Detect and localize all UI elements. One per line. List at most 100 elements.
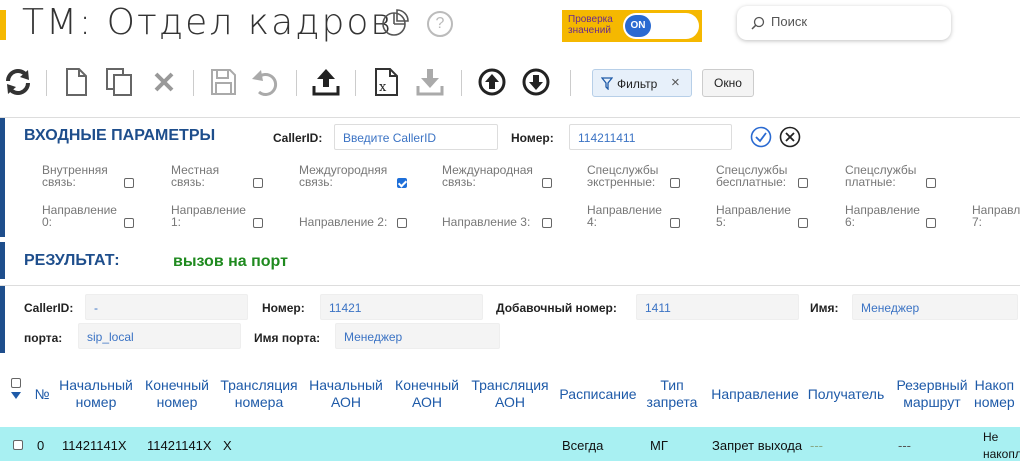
toolbar-divider: [355, 70, 356, 96]
new-document-icon[interactable]: [60, 66, 92, 98]
cell-end-number: 11421141X: [147, 438, 212, 453]
value-check-label: Проверка значений: [568, 14, 613, 36]
column-header[interactable]: Расписание: [555, 365, 641, 423]
number-label: Номер:: [511, 131, 554, 145]
column-header[interactable]: Трансляция АОН: [467, 365, 553, 423]
input-parameters-title: ВХОДНЫЕ ПАРАМЕТРЫ: [24, 127, 216, 144]
filter-button[interactable]: Фильтр ×: [592, 69, 692, 97]
cell-num: 0: [37, 438, 45, 453]
direction-option-label: Направление 4:: [587, 203, 662, 229]
direction-checkbox[interactable]: [253, 218, 263, 228]
direction-option-label: Направление 1:: [171, 203, 246, 229]
cell-direction: Запрет выхода: [712, 438, 803, 453]
call-type-option-label: Внутренняя связь:: [42, 163, 108, 189]
detail-port-value: sip_local: [78, 323, 241, 349]
move-up-icon[interactable]: [476, 66, 508, 98]
undo-icon[interactable]: [249, 66, 281, 98]
upload-icon[interactable]: [310, 66, 342, 98]
download-icon[interactable]: [414, 66, 446, 98]
direction-option-label: Направление 6:: [845, 203, 920, 229]
call-type-option-label: Спецслужбы платные:: [845, 163, 917, 189]
call-type-option-label: Местная связь:: [171, 163, 220, 189]
excel-export-icon[interactable]: x: [370, 66, 402, 98]
column-header[interactable]: Трансляция номера: [216, 365, 302, 423]
cell-schedule: Всегда: [562, 438, 604, 453]
detail-name-value: Менеджер: [852, 294, 1018, 320]
help-icon[interactable]: ?: [427, 11, 453, 37]
search-input[interactable]: [771, 14, 941, 29]
column-header[interactable]: Направление: [706, 365, 804, 423]
detail-callerid-value: -: [85, 294, 248, 320]
column-header[interactable]: Резервный маршрут: [892, 365, 972, 423]
call-type-option-label: Спецслужбы бесплатные:: [716, 163, 788, 189]
cell-start-number: 11421141X: [62, 438, 127, 453]
call-type-checkbox[interactable]: [253, 178, 263, 188]
delete-icon[interactable]: [148, 66, 180, 98]
section-accent: [0, 118, 5, 237]
table-row[interactable]: 0 11421141X 11421141X X Всегда МГ Запрет…: [0, 427, 1020, 461]
select-all-checkbox[interactable]: [11, 378, 21, 388]
direction-checkbox[interactable]: [124, 218, 134, 228]
column-header[interactable]: Конечный номер: [141, 365, 213, 423]
direction-checkbox[interactable]: [542, 218, 552, 228]
direction-checkbox[interactable]: [926, 218, 936, 228]
detail-port-name-label: Имя порта:: [254, 331, 321, 345]
cancel-icon[interactable]: [779, 126, 801, 148]
search-box[interactable]: [737, 6, 951, 40]
direction-option-label: Направление 2:: [299, 215, 388, 229]
cell-translation: X: [223, 438, 232, 453]
detail-port-label: порта:: [24, 331, 63, 345]
direction-option-label: Направление 0:: [42, 203, 117, 229]
call-type-checkbox[interactable]: [397, 178, 407, 188]
app-header: ТМ: Отдел кадров ? Проверка значений ON: [0, 0, 1020, 52]
direction-checkbox[interactable]: [397, 218, 407, 228]
toolbar-divider: [296, 70, 297, 96]
callerid-input[interactable]: Введите CallerID: [334, 124, 498, 150]
column-header[interactable]: Получатель: [804, 365, 888, 423]
pie-chart-icon[interactable]: [380, 8, 410, 38]
toggle-knob: ON: [625, 15, 651, 37]
row-checkbox[interactable]: [13, 440, 23, 450]
column-header[interactable]: Накоп номер: [974, 365, 1020, 423]
call-type-checkbox[interactable]: [798, 178, 808, 188]
direction-checkbox[interactable]: [798, 218, 808, 228]
call-type-option-label: Международная связь:: [442, 163, 533, 189]
column-header[interactable]: №: [30, 365, 54, 423]
column-header[interactable]: Конечный АОН: [390, 365, 464, 423]
call-type-checkbox[interactable]: [542, 178, 552, 188]
toolbar: x Фильтр × Окно: [0, 62, 1020, 104]
input-parameters-panel: ВХОДНЫЕ ПАРАМЕТРЫ CallerID: Введите Call…: [0, 117, 1020, 237]
window-button[interactable]: Окно: [702, 69, 754, 97]
result-title: РЕЗУЛЬТАТ:: [24, 252, 120, 269]
call-type-checkbox[interactable]: [926, 178, 936, 188]
column-header[interactable]: Тип запрета: [640, 365, 704, 423]
save-icon[interactable]: [207, 66, 239, 98]
direction-checkbox[interactable]: [670, 218, 680, 228]
filter-clear-icon[interactable]: ×: [671, 74, 680, 91]
toolbar-divider: [193, 70, 194, 96]
direction-option-label: Направление 5:: [716, 203, 791, 229]
detail-ext-label: Добавочный номер:: [496, 301, 617, 315]
column-header[interactable]: Начальный АОН: [305, 365, 387, 423]
confirm-icon[interactable]: [750, 126, 772, 148]
value-check-toggle[interactable]: ON: [623, 13, 699, 39]
copy-icon[interactable]: [103, 66, 135, 98]
call-type-checkbox[interactable]: [670, 178, 680, 188]
result-details-panel: CallerID: - Номер: 11421 Добавочный номе…: [0, 285, 1020, 353]
number-input[interactable]: 114211411: [569, 124, 732, 150]
svg-text:x: x: [379, 80, 387, 95]
call-type-checkbox[interactable]: [124, 178, 134, 188]
move-down-icon[interactable]: [520, 66, 552, 98]
page-title: ТМ: Отдел кадров: [22, 2, 394, 43]
result-panel: РЕЗУЛЬТАТ: вызов на порт: [0, 242, 1020, 279]
search-icon: [751, 16, 765, 30]
cell-recipient: ---: [810, 438, 823, 453]
toolbar-divider: [570, 70, 571, 96]
cell-accumulation: Не накопл: [983, 430, 1020, 461]
detail-name-label: Имя:: [810, 301, 839, 315]
title-accent-bar: [0, 10, 6, 40]
sort-down-icon[interactable]: [11, 392, 21, 400]
refresh-icon[interactable]: [2, 66, 34, 98]
filter-icon: [601, 77, 613, 90]
column-header[interactable]: Начальный номер: [54, 365, 138, 423]
